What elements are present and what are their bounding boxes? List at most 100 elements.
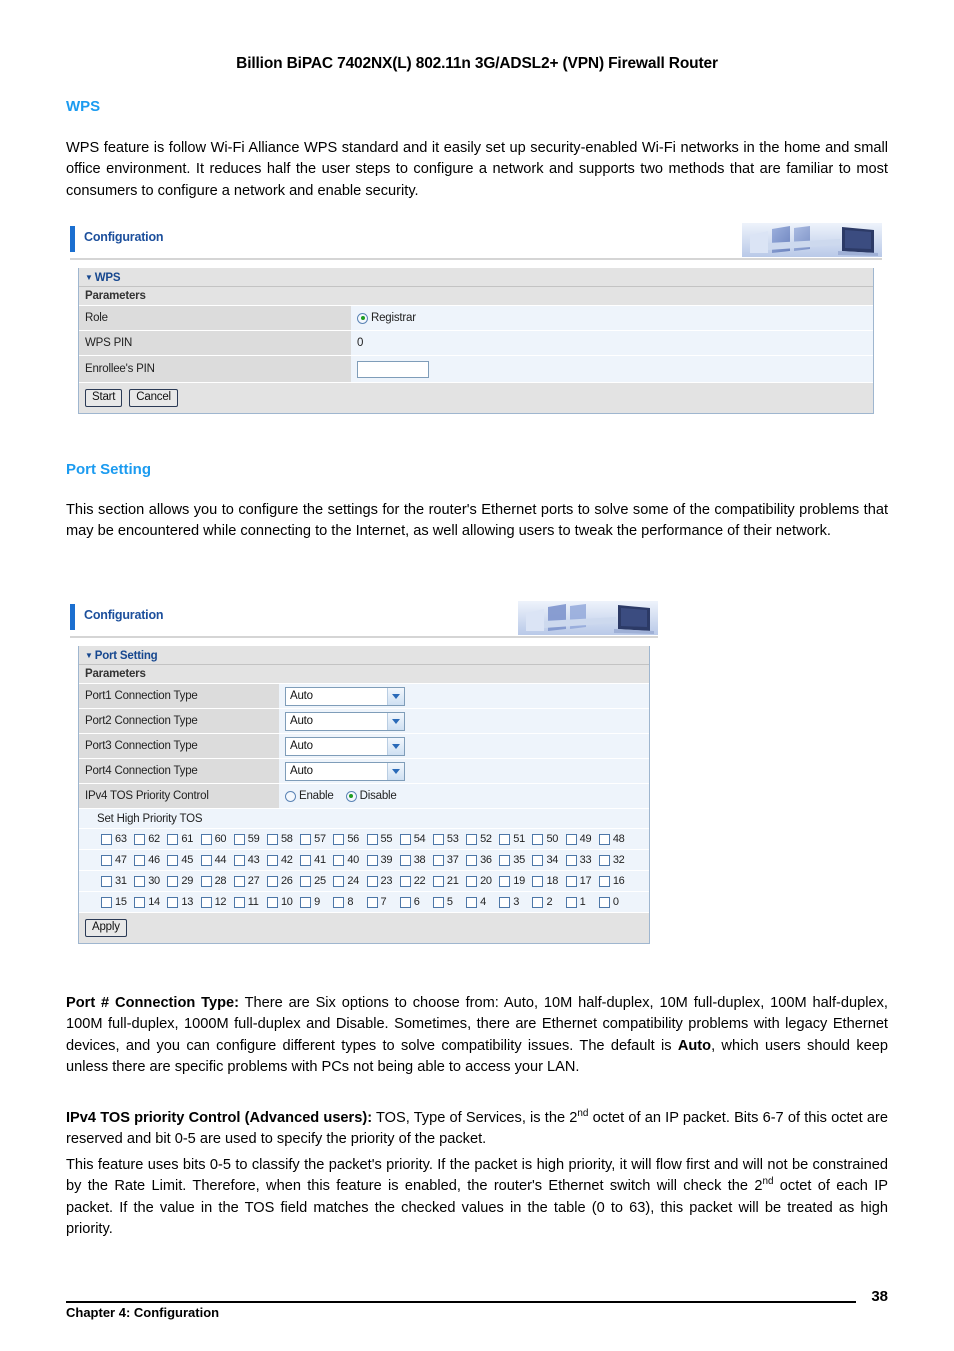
tos-checkbox[interactable] (499, 896, 511, 908)
tos-cell[interactable]: 61 (167, 833, 200, 845)
tos-cell[interactable]: 18 (532, 875, 565, 887)
tos-cell[interactable]: 49 (565, 833, 599, 845)
tos-checkbox[interactable] (366, 875, 378, 887)
tos-cell[interactable]: 32 (598, 854, 632, 866)
tos-checkbox[interactable] (167, 896, 179, 908)
tos-cell[interactable]: 57 (300, 833, 333, 845)
tos-checkbox[interactable] (333, 896, 345, 908)
tos-checkbox[interactable] (565, 875, 577, 887)
chevron-down-icon[interactable] (387, 712, 404, 730)
tos-cell[interactable]: 10 (266, 896, 300, 908)
chevron-down-icon[interactable] (387, 762, 404, 780)
tos-checkbox[interactable] (598, 854, 610, 866)
tos-cell[interactable]: 25 (300, 875, 333, 887)
tos-checkbox[interactable] (134, 833, 146, 845)
tos-checkbox[interactable] (466, 896, 478, 908)
tos-checkbox[interactable] (466, 833, 478, 845)
tos-checkbox[interactable] (366, 896, 378, 908)
tos-cell[interactable]: 60 (200, 833, 234, 845)
tos-cell[interactable]: 7 (366, 896, 400, 908)
tos-checkbox[interactable] (399, 833, 411, 845)
tos-cell[interactable]: 23 (366, 875, 400, 887)
tos-checkbox[interactable] (233, 875, 245, 887)
tos-checkbox[interactable] (300, 896, 312, 908)
collapse-caret-icon[interactable]: ▼ (85, 268, 93, 287)
tos-checkbox[interactable] (466, 854, 478, 866)
tos-checkbox[interactable] (432, 875, 444, 887)
tos-cell[interactable]: 56 (333, 833, 366, 845)
tos-enable-radio[interactable] (285, 790, 296, 802)
tos-checkbox[interactable] (266, 854, 278, 866)
tos-checkbox[interactable] (399, 875, 411, 887)
tos-checkbox[interactable] (565, 896, 577, 908)
tos-cell[interactable]: 51 (499, 833, 532, 845)
tos-cell[interactable]: 46 (134, 854, 167, 866)
tos-cell[interactable]: 2 (532, 896, 565, 908)
start-button[interactable]: Start (85, 389, 123, 407)
port2-connection-type-select[interactable]: Auto (285, 711, 405, 731)
tos-cell[interactable]: 5 (432, 896, 466, 908)
collapse-caret-icon[interactable]: ▼ (85, 646, 93, 665)
tos-checkbox[interactable] (598, 833, 610, 845)
tos-checkbox[interactable] (233, 833, 245, 845)
tos-checkbox[interactable] (466, 875, 478, 887)
tos-cell[interactable]: 58 (266, 833, 300, 845)
tos-checkbox[interactable] (499, 833, 511, 845)
tos-cell[interactable]: 45 (167, 854, 200, 866)
port1-connection-type-select[interactable]: Auto (285, 686, 405, 706)
tos-cell[interactable]: 38 (399, 854, 433, 866)
tos-checkbox[interactable] (233, 854, 245, 866)
tos-cell[interactable]: 19 (499, 875, 532, 887)
tos-checkbox[interactable] (134, 875, 146, 887)
tos-checkbox[interactable] (167, 833, 179, 845)
tos-cell[interactable]: 4 (466, 896, 499, 908)
tos-checkbox[interactable] (300, 833, 312, 845)
tos-checkbox[interactable] (366, 854, 378, 866)
tos-checkbox[interactable] (266, 896, 278, 908)
tos-checkbox[interactable] (200, 896, 212, 908)
tos-cell[interactable]: 29 (167, 875, 200, 887)
tos-cell[interactable]: 27 (233, 875, 267, 887)
tos-checkbox[interactable] (565, 833, 577, 845)
tos-cell[interactable]: 14 (134, 896, 167, 908)
tos-cell[interactable]: 1 (565, 896, 599, 908)
tos-checkbox[interactable] (200, 833, 212, 845)
tos-cell[interactable]: 50 (532, 833, 565, 845)
tos-checkbox[interactable] (167, 875, 179, 887)
chevron-down-icon[interactable] (387, 737, 404, 755)
tos-cell[interactable]: 47 (101, 854, 134, 866)
tos-checkbox[interactable] (333, 875, 345, 887)
tos-cell[interactable]: 37 (432, 854, 466, 866)
tos-cell[interactable]: 31 (101, 875, 134, 887)
tos-cell[interactable]: 59 (233, 833, 267, 845)
apply-button[interactable]: Apply (85, 919, 127, 937)
chevron-down-icon[interactable] (387, 687, 404, 705)
tos-cell[interactable]: 41 (300, 854, 333, 866)
tos-cell[interactable]: 33 (565, 854, 599, 866)
tos-checkbox[interactable] (101, 875, 112, 887)
tos-checkbox[interactable] (499, 875, 511, 887)
tos-checkbox[interactable] (101, 833, 112, 845)
tos-cell[interactable]: 52 (466, 833, 499, 845)
tos-cell[interactable]: 15 (101, 896, 134, 908)
tos-cell[interactable]: 24 (333, 875, 366, 887)
tos-checkbox[interactable] (200, 854, 212, 866)
tos-cell[interactable]: 17 (565, 875, 599, 887)
tos-checkbox[interactable] (399, 854, 411, 866)
tos-cell[interactable]: 48 (598, 833, 632, 845)
tos-checkbox[interactable] (333, 833, 345, 845)
enrollee-pin-input[interactable] (357, 360, 429, 378)
wps-block-title[interactable]: ▼ WPS (79, 268, 873, 287)
tos-checkbox[interactable] (565, 854, 577, 866)
tos-cell[interactable]: 39 (366, 854, 400, 866)
tos-cell[interactable]: 6 (399, 896, 433, 908)
tos-cell[interactable]: 43 (233, 854, 267, 866)
tos-checkbox[interactable] (300, 875, 312, 887)
tos-cell[interactable]: 53 (432, 833, 466, 845)
tos-cell[interactable]: 54 (399, 833, 433, 845)
tos-checkbox[interactable] (366, 833, 378, 845)
tos-cell[interactable]: 8 (333, 896, 366, 908)
tos-checkbox[interactable] (432, 896, 444, 908)
tos-checkbox[interactable] (532, 875, 544, 887)
tos-checkbox[interactable] (399, 896, 411, 908)
